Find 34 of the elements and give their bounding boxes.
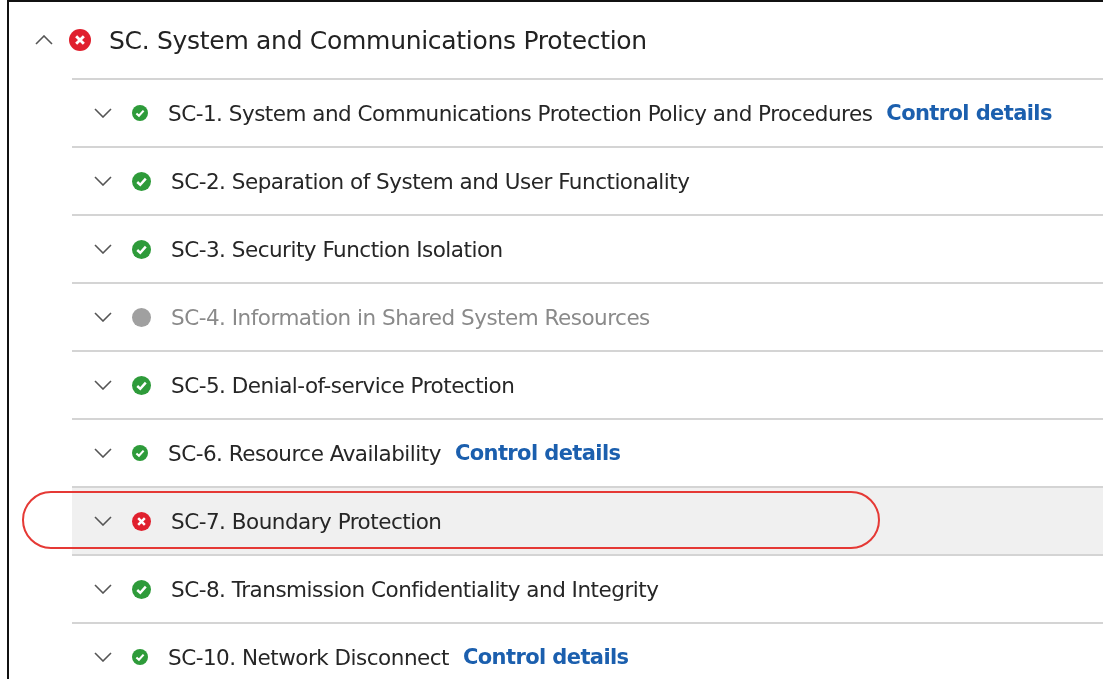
control-details-link[interactable]: Control details: [454, 441, 621, 465]
chevron-down-icon: [94, 652, 112, 662]
expand-button[interactable]: [94, 244, 112, 254]
expand-button[interactable]: [94, 516, 112, 526]
expand-button[interactable]: [94, 652, 112, 662]
expand-button[interactable]: [94, 448, 112, 458]
chevron-down-icon: [94, 244, 112, 254]
chevron-down-icon: [94, 176, 112, 186]
section-title: SC. System and Communications Protection: [109, 25, 647, 55]
control-row[interactable]: SC-7. Boundary Protection: [72, 486, 1103, 554]
control-details-link[interactable]: Control details: [463, 645, 629, 669]
control-title: SC-3. Security Function Isolation: [171, 236, 503, 262]
control-title: SC-7. Boundary Protection: [171, 508, 442, 534]
control-title: SC-6. Resource Availability: [168, 440, 441, 466]
control-title: SC-2. Separation of System and User Functionality: [171, 168, 690, 194]
chevron-down-icon: [94, 380, 112, 390]
expand-button[interactable]: [94, 108, 112, 118]
chevron-down-icon: [94, 448, 112, 458]
control-title: SC-4. Information in Shared System Resources: [171, 304, 650, 330]
control-title: SC-1. System and Communications Protection Policy and Procedures: [168, 100, 873, 126]
control-title: SC-5. Denial-of-service Protection: [171, 372, 515, 398]
chevron-down-icon: [94, 108, 112, 118]
chevron-up-icon: [35, 35, 53, 45]
control-details-link[interactable]: Control details: [886, 101, 1052, 125]
chevron-down-icon: [94, 312, 112, 322]
expand-button[interactable]: [94, 380, 112, 390]
control-title: SC-10. Network Disconnect: [168, 644, 449, 670]
expand-button[interactable]: [94, 176, 112, 186]
control-title: SC-8. Transmission Confidentiality and Integrity: [171, 576, 659, 602]
expand-button[interactable]: [94, 312, 112, 322]
collapse-button[interactable]: [35, 35, 53, 45]
expand-button[interactable]: [94, 584, 112, 594]
chevron-down-icon: [94, 516, 112, 526]
chevron-down-icon: [94, 584, 112, 594]
